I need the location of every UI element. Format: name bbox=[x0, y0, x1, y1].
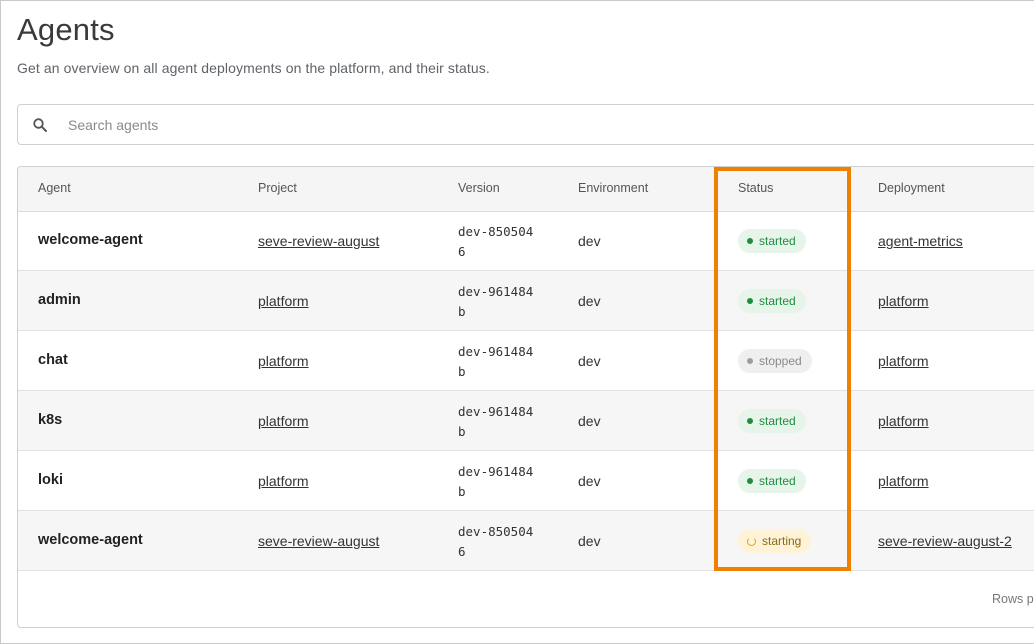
table-row[interactable]: loki platform dev-961484b dev started pl… bbox=[18, 451, 1034, 511]
project-link[interactable]: platform bbox=[258, 353, 309, 369]
version-text: dev-8505046 bbox=[458, 524, 534, 559]
status-badge: started bbox=[738, 289, 806, 313]
status-dot-icon bbox=[747, 478, 753, 484]
table-header: Agent Project Version Environment Status… bbox=[18, 167, 1034, 212]
spinner-icon bbox=[747, 536, 756, 546]
project-link[interactable]: platform bbox=[258, 473, 309, 489]
version-text: dev-961484b bbox=[458, 464, 534, 499]
status-cell: starting bbox=[738, 529, 812, 553]
agents-table: Agent Project Version Environment Status… bbox=[17, 166, 1034, 628]
deployment-link[interactable]: platform bbox=[878, 473, 929, 489]
table-row[interactable]: k8s platform dev-961484b dev started pla… bbox=[18, 391, 1034, 451]
page-title: Agents bbox=[17, 12, 115, 47]
status-label: started bbox=[759, 234, 796, 248]
status-badge: started bbox=[738, 469, 806, 493]
status-badge: started bbox=[738, 229, 806, 253]
status-cell: started bbox=[738, 229, 806, 253]
rows-per-page-label: Rows p bbox=[992, 592, 1034, 606]
column-header-deployment[interactable]: Deployment bbox=[878, 181, 945, 195]
column-header-agent[interactable]: Agent bbox=[38, 181, 71, 195]
status-cell: started bbox=[738, 289, 806, 313]
search-input[interactable] bbox=[66, 105, 970, 144]
status-label: started bbox=[759, 414, 796, 428]
status-dot-icon bbox=[747, 298, 753, 304]
status-label: started bbox=[759, 294, 796, 308]
column-header-status[interactable]: Status bbox=[738, 181, 773, 195]
page-subtitle: Get an overview on all agent deployments… bbox=[17, 60, 490, 76]
status-label: stopped bbox=[759, 354, 802, 368]
agent-name: k8s bbox=[38, 412, 63, 428]
project-link[interactable]: seve-review-august bbox=[258, 533, 379, 549]
agent-name: chat bbox=[38, 352, 68, 368]
status-cell: started bbox=[738, 469, 806, 493]
deployment-link[interactable]: platform bbox=[878, 353, 929, 369]
status-cell: stopped bbox=[738, 349, 812, 373]
environment-text: dev bbox=[578, 533, 601, 549]
table-row[interactable]: welcome-agent seve-review-august dev-850… bbox=[18, 511, 1034, 571]
status-badge: started bbox=[738, 409, 806, 433]
status-badge: starting bbox=[738, 529, 812, 553]
version-text: dev-961484b bbox=[458, 284, 534, 319]
status-dot-icon bbox=[747, 358, 753, 364]
status-label: started bbox=[759, 474, 796, 488]
agent-name: admin bbox=[38, 292, 81, 308]
environment-text: dev bbox=[578, 353, 601, 369]
environment-text: dev bbox=[578, 233, 601, 249]
environment-text: dev bbox=[578, 413, 601, 429]
project-link[interactable]: seve-review-august bbox=[258, 233, 379, 249]
table-row[interactable]: welcome-agent seve-review-august dev-850… bbox=[18, 211, 1034, 271]
deployment-link[interactable]: platform bbox=[878, 293, 929, 309]
search-icon bbox=[32, 117, 48, 133]
environment-text: dev bbox=[578, 473, 601, 489]
status-label: starting bbox=[762, 534, 802, 548]
column-header-project[interactable]: Project bbox=[258, 181, 297, 195]
environment-text: dev bbox=[578, 293, 601, 309]
table-row[interactable]: admin platform dev-961484b dev started p… bbox=[18, 271, 1034, 331]
search-bar[interactable] bbox=[17, 104, 1034, 145]
status-badge: stopped bbox=[738, 349, 812, 373]
status-dot-icon bbox=[747, 418, 753, 424]
deployment-link[interactable]: seve-review-august-2 bbox=[878, 533, 1012, 549]
column-header-version[interactable]: Version bbox=[458, 181, 500, 195]
project-link[interactable]: platform bbox=[258, 413, 309, 429]
version-text: dev-961484b bbox=[458, 404, 534, 439]
status-cell: started bbox=[738, 409, 806, 433]
status-dot-icon bbox=[747, 238, 753, 244]
version-text: dev-8505046 bbox=[458, 224, 534, 259]
agent-name: welcome-agent bbox=[38, 532, 143, 548]
deployment-link[interactable]: agent-metrics bbox=[878, 233, 963, 249]
table-row[interactable]: chat platform dev-961484b dev stopped pl… bbox=[18, 331, 1034, 391]
column-header-environment[interactable]: Environment bbox=[578, 181, 648, 195]
project-link[interactable]: platform bbox=[258, 293, 309, 309]
agent-name: welcome-agent bbox=[38, 232, 143, 248]
deployment-link[interactable]: platform bbox=[878, 413, 929, 429]
agent-name: loki bbox=[38, 472, 63, 488]
version-text: dev-961484b bbox=[458, 344, 534, 379]
